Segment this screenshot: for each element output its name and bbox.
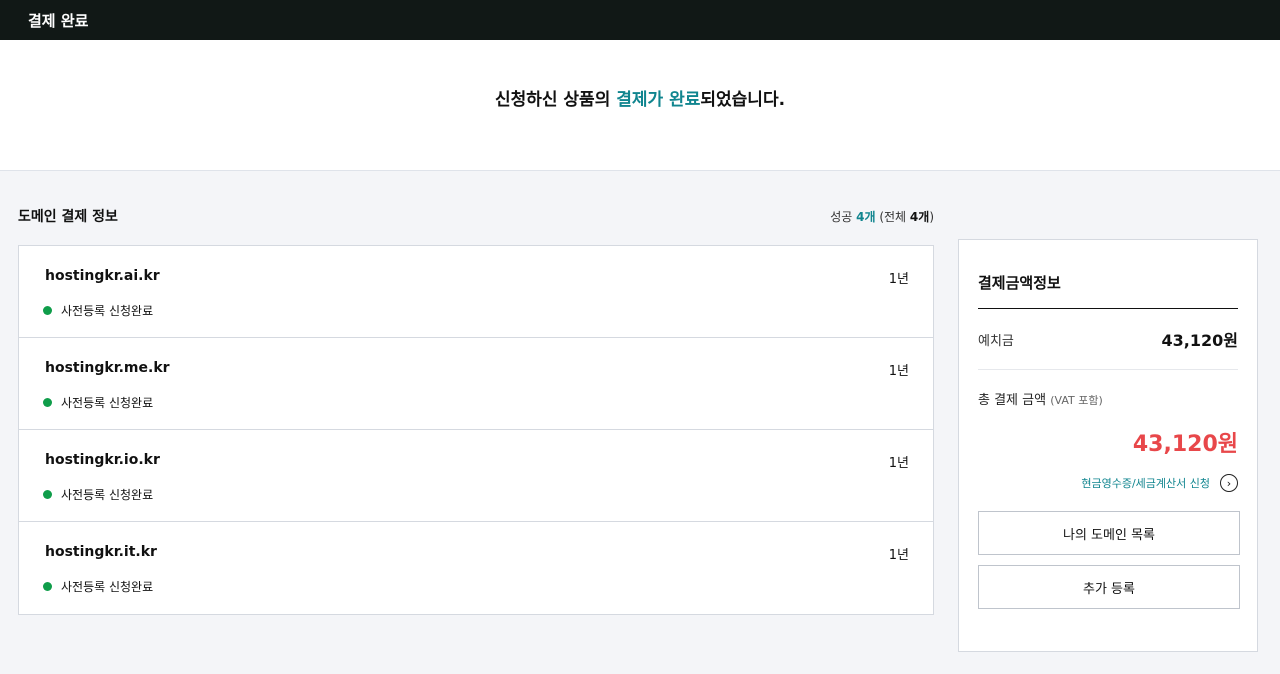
message-highlight: 결제가 완료: [616, 90, 701, 110]
result-summary: 성공 4개 (전체 4개): [830, 208, 934, 225]
domain-row: hostingkr.me.kr 1년 사전등록 신청완료: [19, 338, 933, 430]
status-dot-icon: [43, 398, 52, 407]
domain-status: 사전등록 신청완료: [43, 302, 153, 319]
my-domains-button[interactable]: 나의 도메인 목록: [978, 511, 1240, 555]
deposit-value: 43,120원: [1161, 331, 1238, 350]
domain-status: 사전등록 신청완료: [43, 486, 153, 503]
domain-status: 사전등록 신청완료: [43, 394, 153, 411]
status-dot-icon: [43, 490, 52, 499]
payment-summary-panel: 결제금액정보 예치금 43,120원 총 결제 금액 (VAT 포함) 43,1…: [958, 239, 1258, 652]
message-suffix: 되었습니다.: [700, 90, 786, 110]
vat-note: (VAT 포함): [1050, 394, 1103, 407]
page-title: 결제 완료: [28, 11, 89, 30]
total-amount-label: 총 결제 금액 (VAT 포함): [978, 389, 1238, 408]
section-title: 도메인 결제 정보: [18, 209, 118, 225]
domain-name: hostingkr.ai.kr: [45, 268, 160, 284]
total-label-text: 총 결제 금액: [978, 393, 1047, 408]
total-count: 4개: [909, 210, 930, 224]
status-text: 사전등록 신청완료: [61, 488, 154, 502]
domain-row: hostingkr.it.kr 1년 사전등록 신청완료: [19, 522, 933, 614]
domain-name: hostingkr.me.kr: [45, 360, 170, 376]
domain-list: hostingkr.ai.kr 1년 사전등록 신청완료 hostingkr.m…: [18, 245, 934, 615]
domain-period: 1년: [888, 456, 909, 471]
domain-period: 1년: [888, 364, 909, 379]
receipt-link[interactable]: 현금영수증/세금계산서 신청 ›: [978, 474, 1238, 492]
main-content: 도메인 결제 정보 성공 4개 (전체 4개) hostingkr.ai.kr …: [0, 171, 1280, 673]
receipt-link-text[interactable]: 현금영수증/세금계산서 신청: [1081, 475, 1210, 491]
domain-period: 1년: [888, 272, 909, 287]
status-dot-icon: [43, 582, 52, 591]
success-count: 4개: [856, 210, 876, 224]
completion-message: 신청하신 상품의 결제가 완료되었습니다.: [495, 85, 785, 170]
completion-banner: 신청하신 상품의 결제가 완료되었습니다.: [0, 40, 1280, 171]
status-text: 사전등록 신청완료: [61, 580, 154, 594]
domain-row: hostingkr.io.kr 1년 사전등록 신청완료: [19, 430, 933, 522]
deposit-label: 예치금: [978, 333, 1014, 349]
total-prefix: (전체: [875, 210, 910, 224]
add-register-button[interactable]: 추가 등록: [978, 565, 1240, 609]
total-suffix: ): [929, 210, 934, 224]
top-bar: 결제 완료: [0, 0, 1280, 40]
status-text: 사전등록 신청완료: [61, 396, 154, 410]
domain-row: hostingkr.ai.kr 1년 사전등록 신청완료: [19, 246, 933, 338]
domain-period: 1년: [888, 548, 909, 563]
domain-status: 사전등록 신청완료: [43, 578, 153, 595]
chevron-right-icon[interactable]: ›: [1220, 474, 1238, 492]
status-dot-icon: [43, 306, 52, 315]
status-text: 사전등록 신청완료: [61, 304, 154, 318]
success-label: 성공: [830, 210, 857, 224]
domain-name: hostingkr.it.kr: [45, 544, 157, 560]
message-prefix: 신청하신 상품의: [494, 90, 617, 110]
payment-title: 결제금액정보: [978, 240, 1238, 309]
deposit-row: 예치금 43,120원: [978, 309, 1238, 370]
total-amount: 43,120원: [1132, 432, 1238, 457]
domain-name: hostingkr.io.kr: [45, 452, 160, 468]
